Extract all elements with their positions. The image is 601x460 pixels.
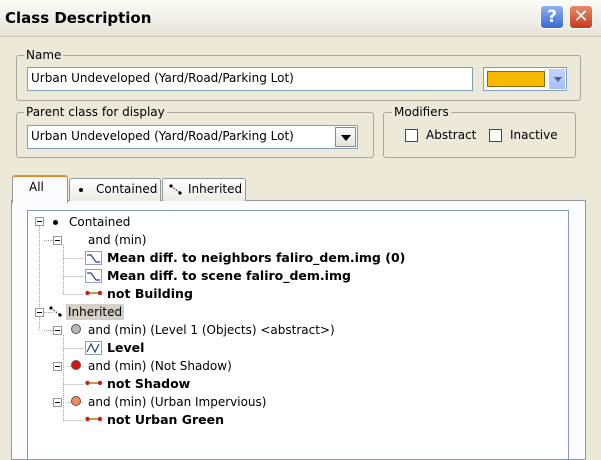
abstract-label: Abstract: [426, 128, 477, 142]
tree-node-not-urban-green[interactable]: not Urban Green: [107, 412, 224, 428]
class-link-icon: [85, 416, 103, 422]
parent-class-select[interactable]: Urban Undeveloped (Yard/Road/Parking Lot…: [27, 125, 358, 149]
parent-class-value: Urban Undeveloped (Yard/Road/Parking Lot…: [31, 129, 294, 143]
name-input[interactable]: Urban Undeveloped (Yard/Road/Parking Lot…: [27, 67, 473, 91]
window-title: Class Description: [5, 9, 152, 27]
tab-contained-label: Contained: [96, 182, 158, 196]
level1-class-dot-icon: [71, 324, 81, 334]
tree-node-contained[interactable]: Contained: [69, 214, 130, 230]
class-link-icon: [85, 380, 103, 386]
membership-function-icon: [85, 269, 102, 283]
contained-dot-icon: [53, 220, 58, 225]
tree-node-not-shadow[interactable]: not Shadow: [107, 376, 190, 392]
class-link-icon: [85, 290, 103, 296]
name-label: Name: [24, 48, 64, 62]
tree-node-mean-diff-scene[interactable]: Mean diff. to scene faliro_dem.img: [107, 268, 351, 284]
not-shadow-class-dot-icon: [71, 360, 81, 370]
tab-inherited[interactable]: Inherited: [162, 178, 246, 201]
help-button[interactable]: ?: [540, 5, 564, 29]
tree-node-mean-diff-neighbors[interactable]: Mean diff. to neighbors faliro_dem.img (…: [107, 250, 405, 266]
color-dropdown-button[interactable]: [549, 69, 565, 89]
title-bar: Class Description ? ✕: [0, 0, 601, 37]
tab-inherited-label: Inherited: [188, 182, 243, 196]
abstract-checkbox[interactable]: [405, 129, 418, 142]
membership-function-icon: [85, 251, 102, 265]
tree-node-not-building[interactable]: not Building: [107, 286, 193, 302]
collapse-and-min[interactable]: [53, 236, 62, 245]
dot-icon: [79, 188, 83, 192]
urban-impervious-class-dot-icon: [71, 396, 81, 406]
collapse-level1[interactable]: [53, 326, 62, 335]
modifiers-label: Modifiers: [392, 105, 451, 119]
close-button[interactable]: ✕: [569, 5, 593, 29]
tree-node-level1[interactable]: and (min) (Level 1 (Objects) <abstract>): [88, 322, 335, 338]
tree-node-urban-impervious-group[interactable]: and (min) (Urban Impervious): [88, 394, 266, 410]
tab-contained[interactable]: Contained: [69, 178, 161, 201]
collapse-not-shadow[interactable]: [53, 362, 62, 371]
level-function-icon: [85, 341, 102, 355]
collapse-urban-impervious[interactable]: [53, 398, 62, 407]
tree-node-and-min[interactable]: and (min): [88, 232, 146, 248]
color-swatch: [487, 71, 545, 87]
tab-all-label: All: [29, 180, 44, 194]
tab-all[interactable]: All: [12, 175, 68, 203]
parent-class-dropdown-button[interactable]: [335, 127, 356, 147]
parent-class-label: Parent class for display: [24, 105, 167, 119]
color-picker[interactable]: [483, 67, 567, 91]
inactive-checkbox[interactable]: [489, 129, 502, 142]
collapse-inherited[interactable]: [35, 308, 44, 317]
tree-node-inherited[interactable]: Inherited: [66, 304, 125, 320]
class-tree[interactable]: Contained and (min) Mean diff. to neighb…: [27, 210, 569, 460]
inactive-label: Inactive: [510, 128, 558, 142]
collapse-contained[interactable]: [35, 217, 44, 226]
tree-node-not-shadow-group[interactable]: and (min) (Not Shadow): [88, 358, 232, 374]
tree-node-level[interactable]: Level: [107, 340, 144, 356]
inherit-icon: [49, 306, 62, 317]
inherit-icon: [169, 184, 182, 195]
